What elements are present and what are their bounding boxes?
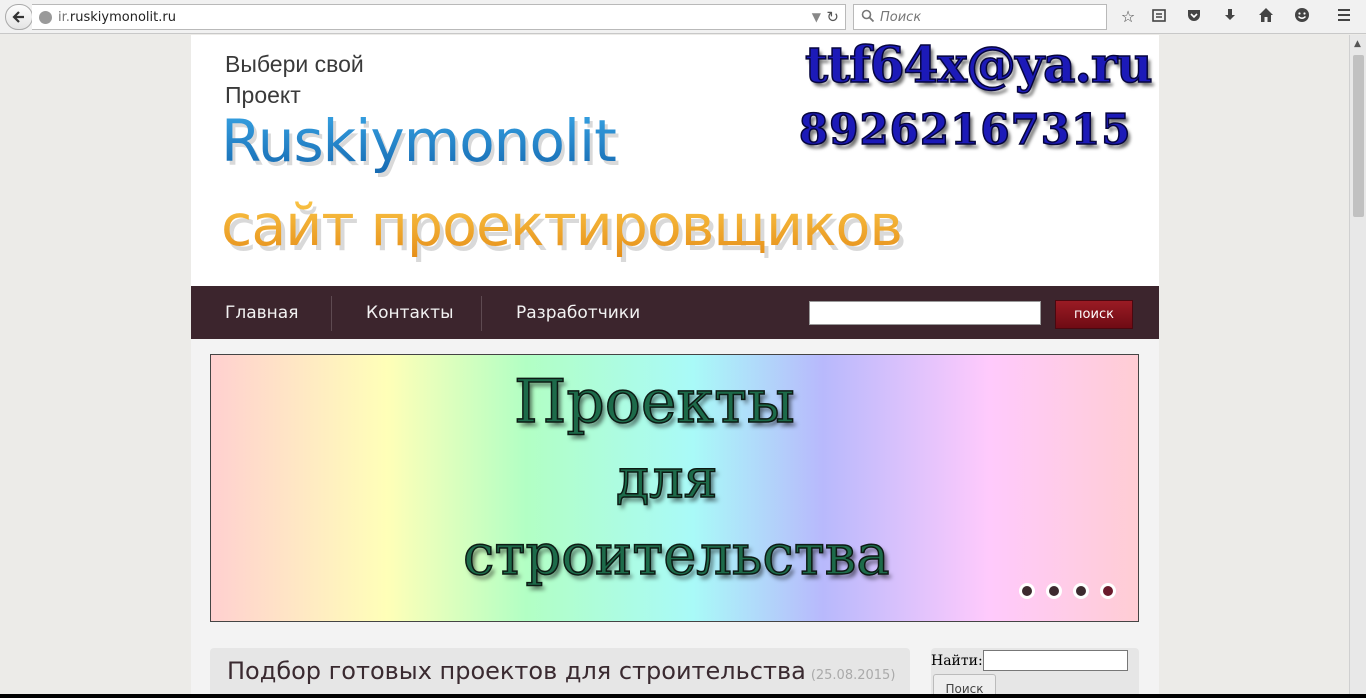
banner-line-3: строительства (462, 522, 890, 589)
find-input[interactable] (983, 650, 1128, 671)
slider-dot-1[interactable] (1019, 583, 1035, 599)
tagline: Выбери свой Проект (225, 51, 364, 108)
browser-search-input[interactable]: Поиск (853, 4, 1107, 30)
banner-slider[interactable]: Проекты для строительства (210, 354, 1139, 622)
slider-dot-3[interactable] (1073, 583, 1089, 599)
url-text: ir.ruskiymonolit.ru (58, 10, 176, 25)
star-icon[interactable]: ☆ (1118, 7, 1138, 27)
search-placeholder: Поиск (880, 10, 922, 25)
scroll-up-icon[interactable]: ▲ (1354, 39, 1361, 49)
nav-item-contacts[interactable]: Контакты (366, 303, 454, 323)
content-title[interactable]: Подбор готовых проектов для строительств… (227, 657, 895, 685)
smiley-icon[interactable] (1292, 7, 1312, 27)
banner-area: Проекты для строительства Подбор готовых… (191, 339, 1159, 698)
bottom-edge (0, 694, 1366, 698)
main-nav: Главная Контакты Разработчики поиск (191, 286, 1159, 339)
search-icon (861, 9, 875, 23)
nav-item-developers[interactable]: Разработчики (516, 303, 640, 323)
site-logo[interactable]: Ruskiymonolit (221, 107, 617, 175)
slider-dot-4[interactable] (1100, 583, 1116, 599)
content-header: Подбор готовых проектов для строительств… (210, 648, 910, 698)
home-icon[interactable] (1256, 7, 1276, 27)
slider-dot-2[interactable] (1046, 583, 1062, 599)
browser-toolbar: ir.ruskiymonolit.ru ▼ ↻ Поиск ☆ (0, 0, 1366, 34)
banner-line-1: Проекты (513, 366, 795, 438)
nav-item-home[interactable]: Главная (225, 303, 298, 323)
back-button[interactable] (5, 4, 33, 30)
nav-divider (481, 296, 482, 331)
nav-search-button[interactable]: поиск (1055, 300, 1133, 329)
download-icon[interactable] (1220, 7, 1240, 27)
scroll-thumb[interactable] (1353, 55, 1364, 217)
find-label: Найти: (931, 653, 983, 669)
reading-list-icon[interactable] (1149, 7, 1169, 27)
content-date: (25.08.2015) (810, 668, 896, 683)
contact-phone: 89262167315 (798, 104, 1132, 155)
site-slogan: сайт проектировщиков (221, 193, 903, 259)
pocket-icon[interactable] (1184, 7, 1204, 27)
nav-divider (331, 296, 332, 331)
page-container: Выбери свой Проект Ruskiymonolit Ruskiym… (191, 34, 1159, 698)
dropdown-arrow-icon[interactable]: ▼ (812, 10, 821, 24)
reload-icon[interactable]: ↻ (826, 8, 839, 26)
address-bar[interactable]: ir.ruskiymonolit.ru ▼ ↻ (32, 4, 846, 30)
menu-icon[interactable] (1334, 7, 1354, 27)
nav-search-input[interactable] (809, 301, 1041, 325)
globe-icon (39, 11, 52, 24)
contact-email: ttf64x@ya.ru (804, 34, 1153, 95)
sidebar-search: Найти: Поиск (931, 648, 1139, 698)
banner-line-2: для (615, 446, 718, 511)
back-arrow-icon (12, 11, 24, 23)
page-scrollbar[interactable]: ▲ (1349, 35, 1366, 698)
